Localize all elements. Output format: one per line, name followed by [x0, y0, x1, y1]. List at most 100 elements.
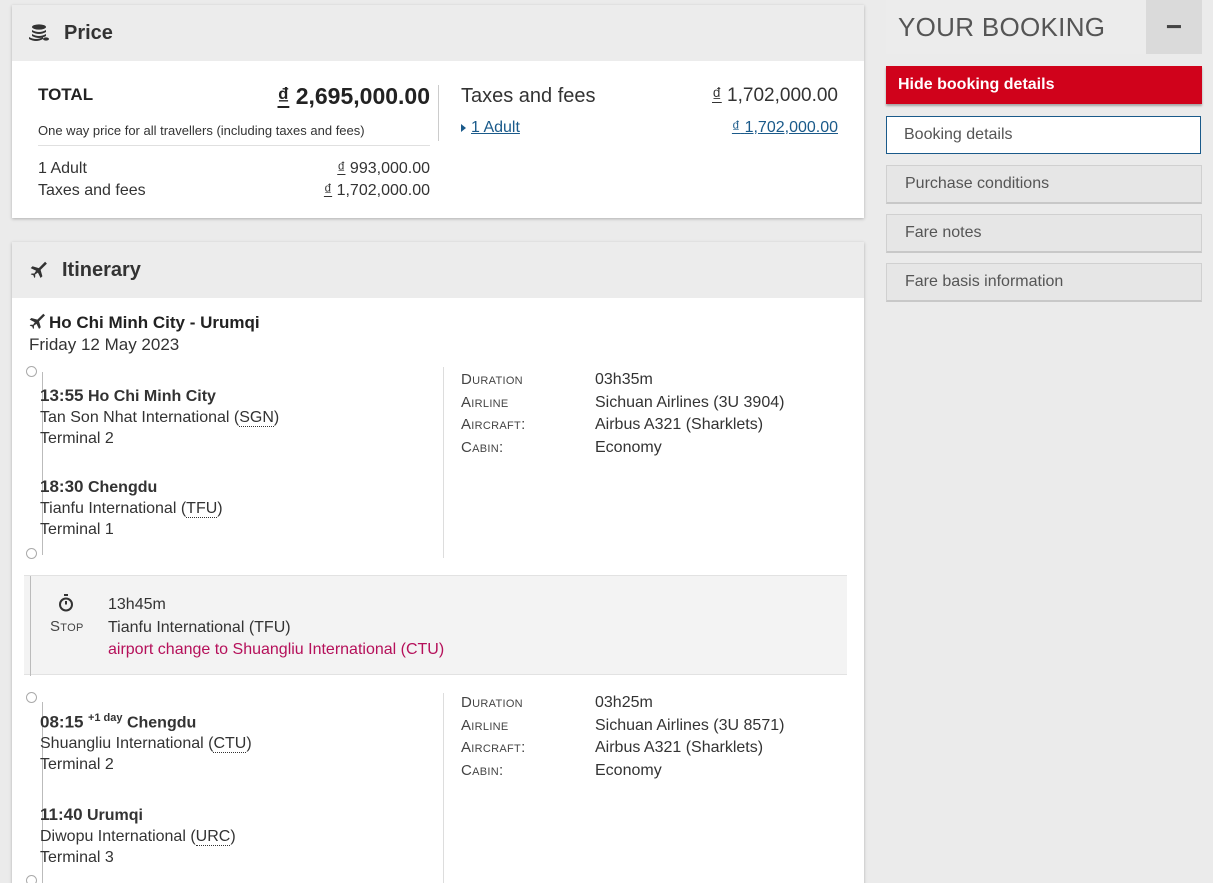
timeline-dot — [26, 692, 37, 703]
sidebar-item-fare-notes[interactable]: Fare notes — [886, 214, 1202, 253]
day-offset-badge: +1 day — [87, 712, 123, 724]
hide-button-label: Hide booking details — [898, 76, 1055, 93]
aircraft-value: Airbus A321 (Sharklets) — [595, 739, 764, 756]
adult-value: 993,000.00 — [349, 160, 430, 177]
price-panel: Price TOTAL ₫ 2,695,000.00 One way price… — [12, 5, 864, 218]
arr-terminal: Terminal 3 — [40, 849, 114, 866]
segment-1-departure: 13:55 Ho Chi Minh City Tan Son Nhat Inte… — [40, 386, 280, 447]
airline-value: Sichuan Airlines (3U 3904) — [595, 393, 785, 411]
stopwatch-icon — [58, 594, 74, 617]
segment-1-details: Duration 03h35m Airline Sichuan Airlines (… — [461, 369, 784, 459]
booking-sidebar-header: YOUR BOOKING — [886, 0, 1146, 54]
cabin-value: Economy — [595, 761, 662, 779]
dep-airport: Shuangliu International — [40, 735, 204, 753]
stop-airport: Tianfu International (TFU) — [108, 618, 291, 636]
stop-label: Stop — [50, 618, 84, 635]
dep-time: 13:55 — [40, 386, 84, 405]
airline-label: Airline — [461, 716, 509, 734]
duration-label: Duration — [461, 371, 523, 388]
arr-code: TFU — [186, 500, 218, 518]
divider — [38, 145, 430, 146]
duration-label: Duration — [461, 694, 523, 711]
timeline-dot — [26, 548, 37, 559]
sidebar-item-label: Fare notes — [905, 224, 982, 241]
airport-change-notice: airport change to Shuangliu Internationa… — [108, 641, 445, 658]
currency-symbol: ₫ — [337, 160, 346, 177]
right-taxes-amount: ₫ 1,702,000.00 — [632, 85, 838, 107]
one-way-note: One way price for all travellers (includ… — [38, 123, 365, 138]
column-divider — [438, 85, 439, 141]
arr-airport: Diwopu International — [40, 828, 186, 845]
sidebar-item-label: Fare basis information — [905, 273, 1064, 290]
dep-city: Ho Chi Minh City — [87, 388, 216, 405]
total-amount: ₫ 2,695,000.00 — [272, 83, 431, 110]
route-text: Ho Chi Minh City - Urumqi — [49, 313, 260, 332]
total-label: TOTAL — [38, 85, 94, 104]
price-header: Price — [12, 5, 864, 61]
cabin-label: Cabin: — [461, 438, 504, 456]
airline-label: Airline — [461, 393, 509, 411]
timeline-dot — [26, 366, 37, 377]
sidebar-title: YOUR BOOKING — [898, 11, 1106, 42]
aircraft-value: Airbus A321 (Sharklets) — [595, 416, 764, 433]
airline-value: Sichuan Airlines (3U 8571) — [595, 716, 785, 734]
dep-terminal: Terminal 2 — [40, 430, 114, 447]
arr-airport: Tianfu International — [40, 500, 177, 517]
sidebar-item-purchase-conditions[interactable]: Purchase conditions — [886, 165, 1202, 204]
taxes-value: 1,702,000.00 — [336, 182, 430, 199]
itinerary-panel: Itinerary Ho Chi Minh City - Urumqi Frid… — [12, 242, 864, 883]
adult-label: 1 Adult — [38, 160, 87, 177]
sidebar-item-label: Purchase conditions — [905, 175, 1050, 192]
currency-symbol: ₫ — [731, 119, 741, 136]
segment-1-arrival: 18:30 Chengdu Tianfu International (TFU)… — [40, 477, 223, 538]
adult-link-label: 1 Adult — [471, 119, 520, 136]
arr-time: 11:40 — [40, 805, 83, 824]
stop-box: Stop 13h45m Tianfu International (TFU) a… — [24, 575, 847, 676]
dep-code: SGN — [239, 409, 274, 427]
coins-icon — [28, 23, 50, 43]
arr-city: Urumqi — [87, 807, 143, 824]
plane-icon — [28, 260, 48, 280]
arr-city: Chengdu — [87, 479, 158, 496]
taxes-label: Taxes and fees — [38, 182, 146, 199]
minus-icon: − — [1165, 11, 1183, 42]
duration-value: 03h35m — [595, 371, 653, 388]
caret-right-icon — [461, 124, 466, 132]
cabin-label: Cabin: — [461, 761, 504, 779]
timeline-line — [30, 576, 31, 676]
segment-divider — [443, 367, 444, 558]
timeline-dot — [26, 875, 37, 883]
segment-2-departure: 08:15 +1 day Chengdu Shuangliu Internati… — [40, 712, 252, 774]
right-taxes-label: Taxes and fees — [461, 85, 596, 107]
arr-time: 18:30 — [40, 477, 84, 496]
segment-2-details: Duration 03h25m Airline Sichuan Airlines (… — [461, 692, 784, 782]
aircraft-label: Aircraft: — [461, 739, 526, 756]
dep-time: 08:15 — [40, 712, 84, 732]
sidebar-item-label: Booking details — [904, 126, 1013, 143]
stop-duration: 13h45m — [108, 596, 166, 613]
right-adult-value: 1,702,000.00 — [744, 119, 838, 136]
taxes-amount: ₫ 1,702,000.00 — [252, 182, 430, 200]
collapse-button[interactable]: − — [1146, 0, 1202, 54]
travel-date: Friday 12 May 2023 — [29, 335, 180, 354]
plane-icon — [28, 312, 45, 334]
segment-2-arrival: 11:40 Urumqi Diwopu International (URC) … — [40, 805, 236, 866]
route-title: Ho Chi Minh City - Urumqi — [28, 312, 260, 334]
right-taxes-value: 1,702,000.00 — [727, 85, 838, 106]
total-value: 2,695,000.00 — [295, 83, 430, 109]
dep-code: CTU — [213, 735, 247, 754]
dep-terminal: Terminal 2 — [40, 756, 114, 774]
stop-details: 13h45m Tianfu International (TFU) airpor… — [108, 594, 444, 662]
itinerary-title: Itinerary — [62, 258, 141, 281]
currency-symbol: ₫ — [277, 83, 290, 109]
sidebar-item-booking-details[interactable]: Booking details — [886, 116, 1201, 154]
adult-toggle-link[interactable]: 1 Adult — [461, 119, 520, 137]
itinerary-header: Itinerary — [12, 242, 864, 298]
dep-city: Chengdu — [126, 714, 197, 732]
currency-symbol: ₫ — [323, 182, 333, 199]
hide-booking-details-button[interactable]: Hide booking details — [886, 66, 1202, 104]
sidebar-item-fare-basis-information[interactable]: Fare basis information — [886, 263, 1202, 302]
right-adult-amount[interactable]: ₫ 1,702,000.00 — [672, 119, 838, 137]
duration-value: 03h25m — [595, 694, 653, 711]
arr-code: URC — [195, 828, 231, 846]
